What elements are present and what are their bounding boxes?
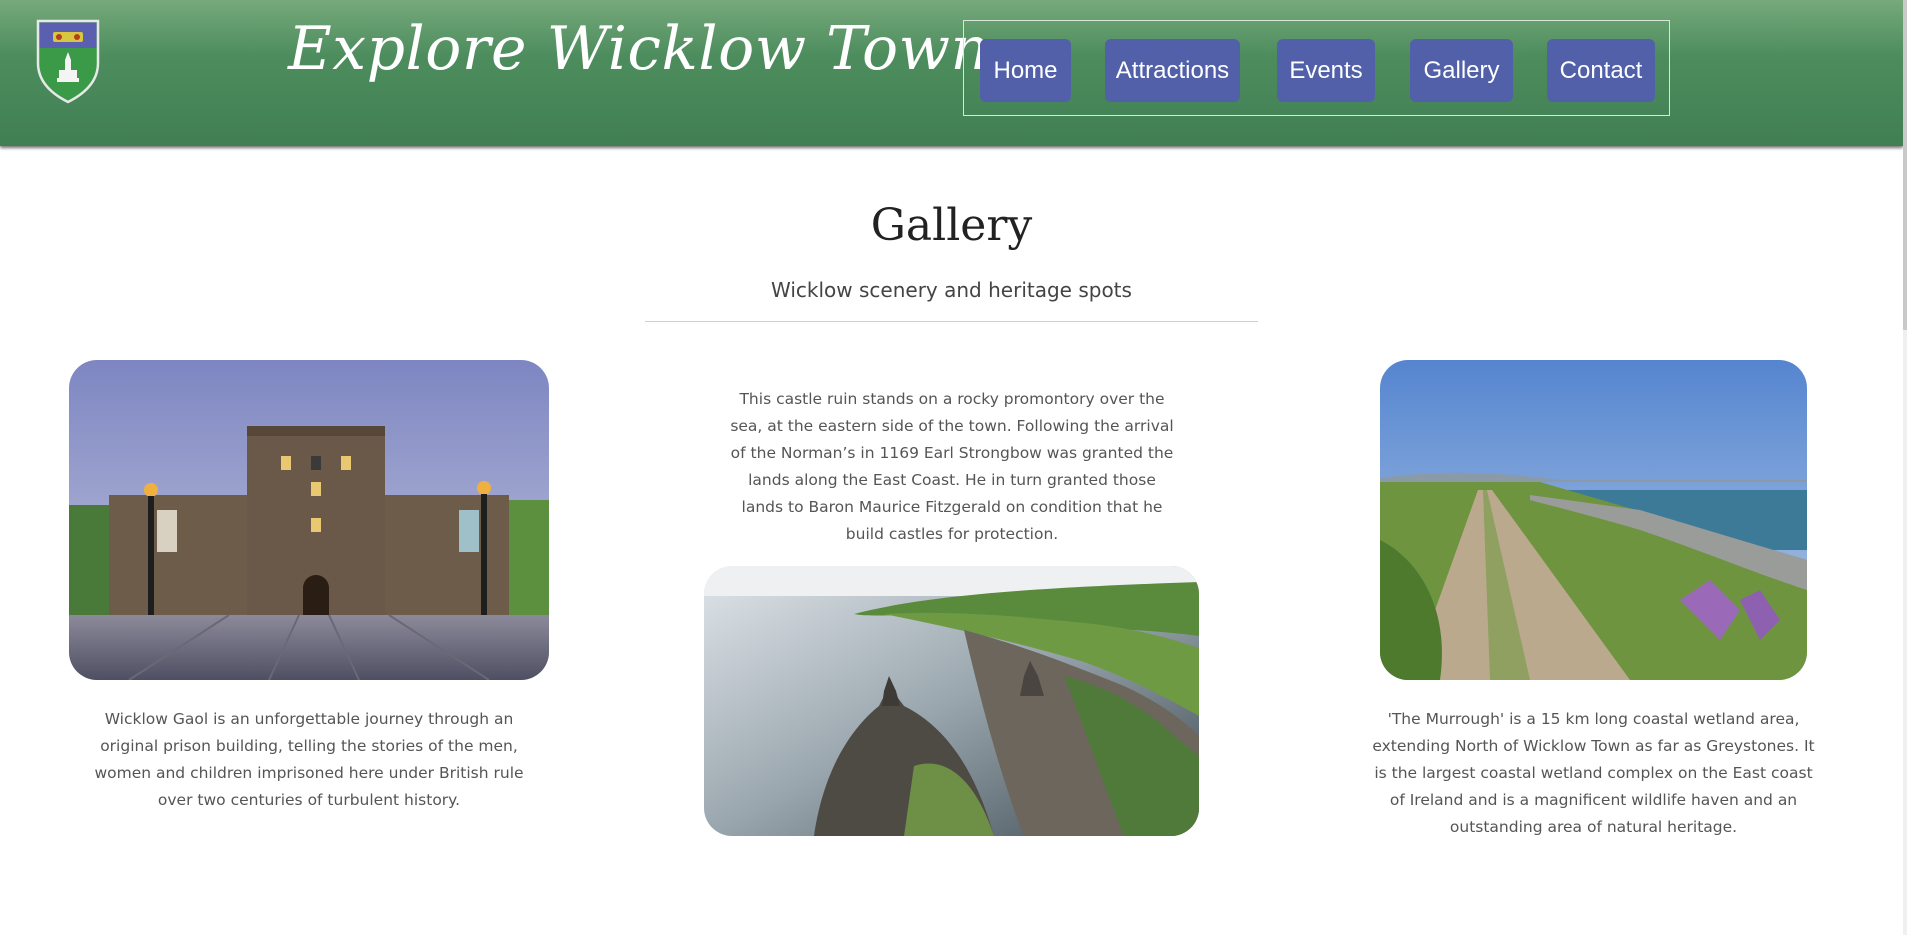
title-divider	[645, 321, 1258, 322]
nav-gallery-button[interactable]: Gallery	[1410, 39, 1513, 102]
nav-attractions-button[interactable]: Attractions	[1105, 39, 1240, 102]
main-nav: Home Attractions Events Gallery Contact	[963, 20, 1670, 116]
page-subtitle: Wicklow scenery and heritage spots	[771, 278, 1132, 302]
page-scrollbar[interactable]	[1903, 0, 1907, 935]
castle-ruin-photo	[704, 566, 1199, 836]
site-header: Explore Wicklow Town Home Attractions Ev…	[0, 0, 1903, 146]
nav-contact-button[interactable]: Contact	[1547, 39, 1655, 102]
castle-ruin-caption: This castle ruin stands on a rocky promo…	[730, 390, 1174, 543]
wicklow-gaol-photo	[69, 360, 549, 680]
nav-events-button[interactable]: Events	[1277, 39, 1375, 102]
site-title: Explore Wicklow Town	[288, 14, 990, 84]
scrollbar-thumb[interactable]	[1903, 0, 1907, 330]
wicklow-gaol-caption: Wicklow Gaol is an unforgettable journey…	[94, 710, 524, 809]
crest-icon[interactable]	[35, 18, 101, 104]
nav-home-button[interactable]: Home	[980, 39, 1071, 102]
murrough-caption: 'The Murrough' is a 15 km long coastal w…	[1372, 710, 1815, 836]
page-title: Gallery	[870, 200, 1033, 251]
murrough-path-photo	[1380, 360, 1807, 680]
